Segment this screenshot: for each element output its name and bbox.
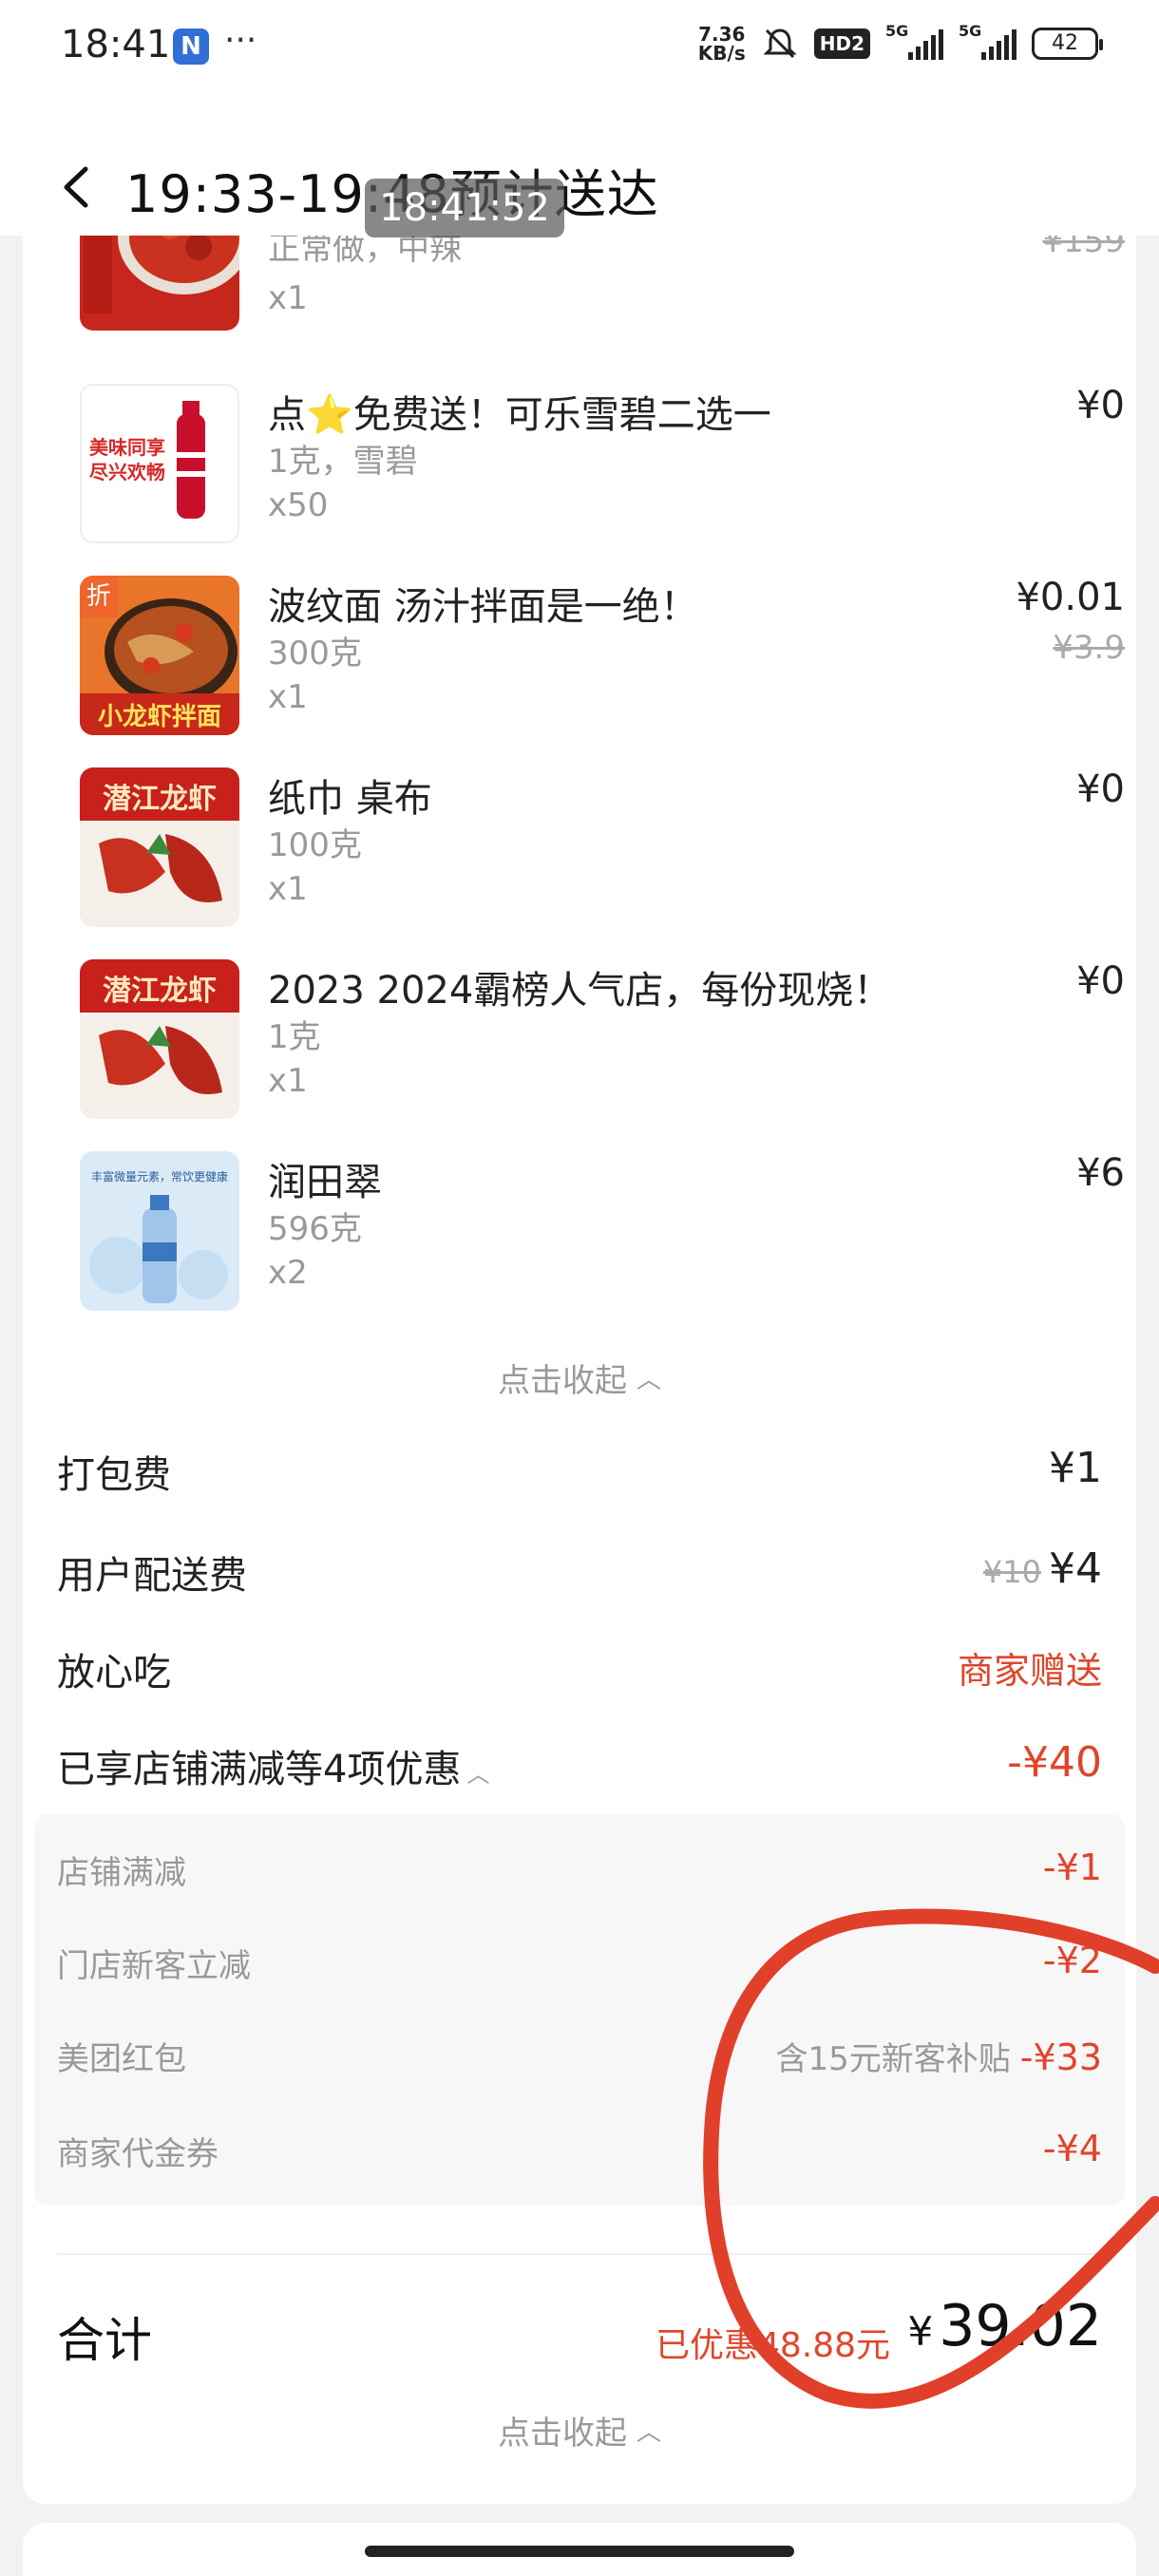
discount-tag: 折: [80, 576, 118, 617]
item-thumbnail: 潜江龙虾: [80, 959, 239, 1119]
item-price: ¥0: [1076, 767, 1125, 811]
packing-fee-row: 打包费 ¥1: [57, 1444, 1102, 1501]
status-bar: 18:41 N ··· 7.36 KB/s HD2 5G 5G 42: [0, 0, 1159, 104]
item-name: 润田翠: [268, 1161, 382, 1204]
signal-2-icon: 5G: [959, 22, 1016, 60]
item-name: 点⭐免费送！可乐雪碧二选一: [268, 393, 771, 437]
discounts-summary-label: 已享店铺满减等4项优惠 ︿: [57, 1748, 490, 1791]
item-price: ¥0: [1076, 384, 1125, 427]
discount-row: 商家代金券 -¥4: [57, 2128, 1102, 2173]
delivery-fee-original: ¥10: [982, 1554, 1041, 1590]
discount-row: 门店新客立减 -¥2: [57, 1940, 1102, 1985]
thumb-banner: 潜江龙虾: [103, 975, 217, 1008]
item-thumbnail: 美味同享 尽兴欢畅: [80, 384, 239, 543]
total-label: 合计: [57, 2313, 152, 2368]
more-notifications-icon: ···: [224, 21, 257, 60]
status-icons: 7.36 KB/s HD2 5G 5G 42: [697, 22, 1103, 65]
item-qty: x2: [268, 1254, 308, 1292]
discount-row: 店铺满减 -¥1: [57, 1847, 1102, 1892]
signal-1-icon: 5G: [885, 22, 943, 60]
delivery-fee-row: 用户配送费 ¥10 ¥4: [57, 1544, 1102, 1601]
safe-eat-value: 商家赠送: [957, 1650, 1102, 1692]
item-qty: x1: [268, 1062, 308, 1100]
list-item[interactable]: 美味同享 尽兴欢畅 点⭐免费送！可乐雪碧二选一 1克，雪碧 x50 ¥0: [80, 384, 1125, 545]
item-name: 纸巾 桌布: [268, 777, 432, 821]
total-amount: ¥39.02: [907, 2293, 1102, 2359]
status-time: 18:41: [61, 23, 171, 66]
network-speed: 7.36 KB/s: [697, 23, 746, 65]
delivery-fee-value: ¥10 ¥4: [982, 1544, 1102, 1593]
item-qty: x1: [268, 870, 308, 908]
thumb-banner: 丰富微量元素，常饮更健康: [90, 1170, 228, 1184]
chevron-up-icon: ︿: [636, 2418, 661, 2447]
packing-fee-label: 打包费: [57, 1453, 171, 1497]
total-saved: 已优惠48.88元: [656, 2326, 891, 2365]
list-item[interactable]: 丰富微量元素，常饮更健康 润田翠 596克 x2 ¥6: [80, 1151, 1125, 1313]
item-spec: 100克: [268, 826, 362, 864]
item-qty: x1: [268, 678, 308, 716]
list-item[interactable]: 潜江龙虾 纸巾 桌布 100克 x1 ¥0: [80, 767, 1125, 929]
collapse-summary-button[interactable]: 点击收起 ︿: [0, 2407, 1159, 2453]
discounts-summary-value: -¥40: [1007, 1738, 1102, 1787]
item-price: ¥0: [1076, 959, 1125, 1003]
thumb-banner: 小龙虾拌面: [97, 703, 221, 731]
collapse-items-button[interactable]: 点击收起 ︿: [0, 1354, 1159, 1401]
item-original-price: ¥3.9: [1053, 629, 1125, 667]
item-qty: x1: [268, 279, 308, 317]
item-qty: x50: [268, 486, 329, 524]
list-item[interactable]: 潜江龙虾 2023 2024霸榜人气店，每份现烧！ 1克 x1 ¥0: [80, 959, 1125, 1121]
promo-text: 美味同享 尽兴欢畅: [89, 436, 165, 483]
chevron-up-icon: ︿: [466, 1761, 490, 1788]
thumb-banner: 潜江龙虾: [103, 783, 217, 816]
packing-fee-value: ¥1: [1049, 1444, 1102, 1492]
battery-icon: 42: [1032, 28, 1103, 60]
item-price: ¥6: [1076, 1151, 1125, 1195]
item-spec: 596克: [268, 1210, 362, 1248]
timestamp-overlay: 18:41:52: [365, 179, 564, 237]
mute-bell-icon: [763, 28, 797, 59]
item-name: 2023 2024霸榜人气店，每份现烧！: [268, 969, 892, 1013]
discount-row: 美团红包 含15元新客补贴 -¥33: [57, 2036, 1102, 2078]
back-arrow-icon[interactable]: [57, 163, 95, 211]
home-indicator[interactable]: [365, 2546, 794, 2557]
item-spec: 1克: [268, 1018, 321, 1056]
item-price: ¥0.01: [1016, 576, 1125, 619]
safe-eat-row[interactable]: 放心吃 商家赠送: [57, 1641, 1102, 1698]
list-item[interactable]: 折 小龙虾拌面 波纹面 汤汁拌面是一绝！ 300克 x1 ¥0.01 ¥3.9: [80, 576, 1125, 737]
hd-voice-icon: HD2: [813, 28, 870, 59]
divider: [57, 2253, 1102, 2255]
item-thumbnail: 丰富微量元素，常饮更健康: [80, 1151, 239, 1311]
discounts-summary-row[interactable]: 已享店铺满减等4项优惠 ︿ -¥40: [57, 1738, 1102, 1795]
chevron-up-icon: ︿: [636, 1366, 661, 1394]
safe-eat-label: 放心吃: [57, 1651, 171, 1695]
delivery-fee-label: 用户配送费: [57, 1554, 247, 1598]
item-thumbnail: 潜江龙虾: [80, 767, 239, 927]
item-spec: 300克: [268, 635, 362, 672]
nfc-icon: N: [173, 28, 209, 65]
item-spec: 1克，雪碧: [268, 443, 418, 481]
item-thumbnail: 折 小龙虾拌面: [80, 576, 239, 735]
item-name: 波纹面 汤汁拌面是一绝！: [268, 585, 698, 629]
